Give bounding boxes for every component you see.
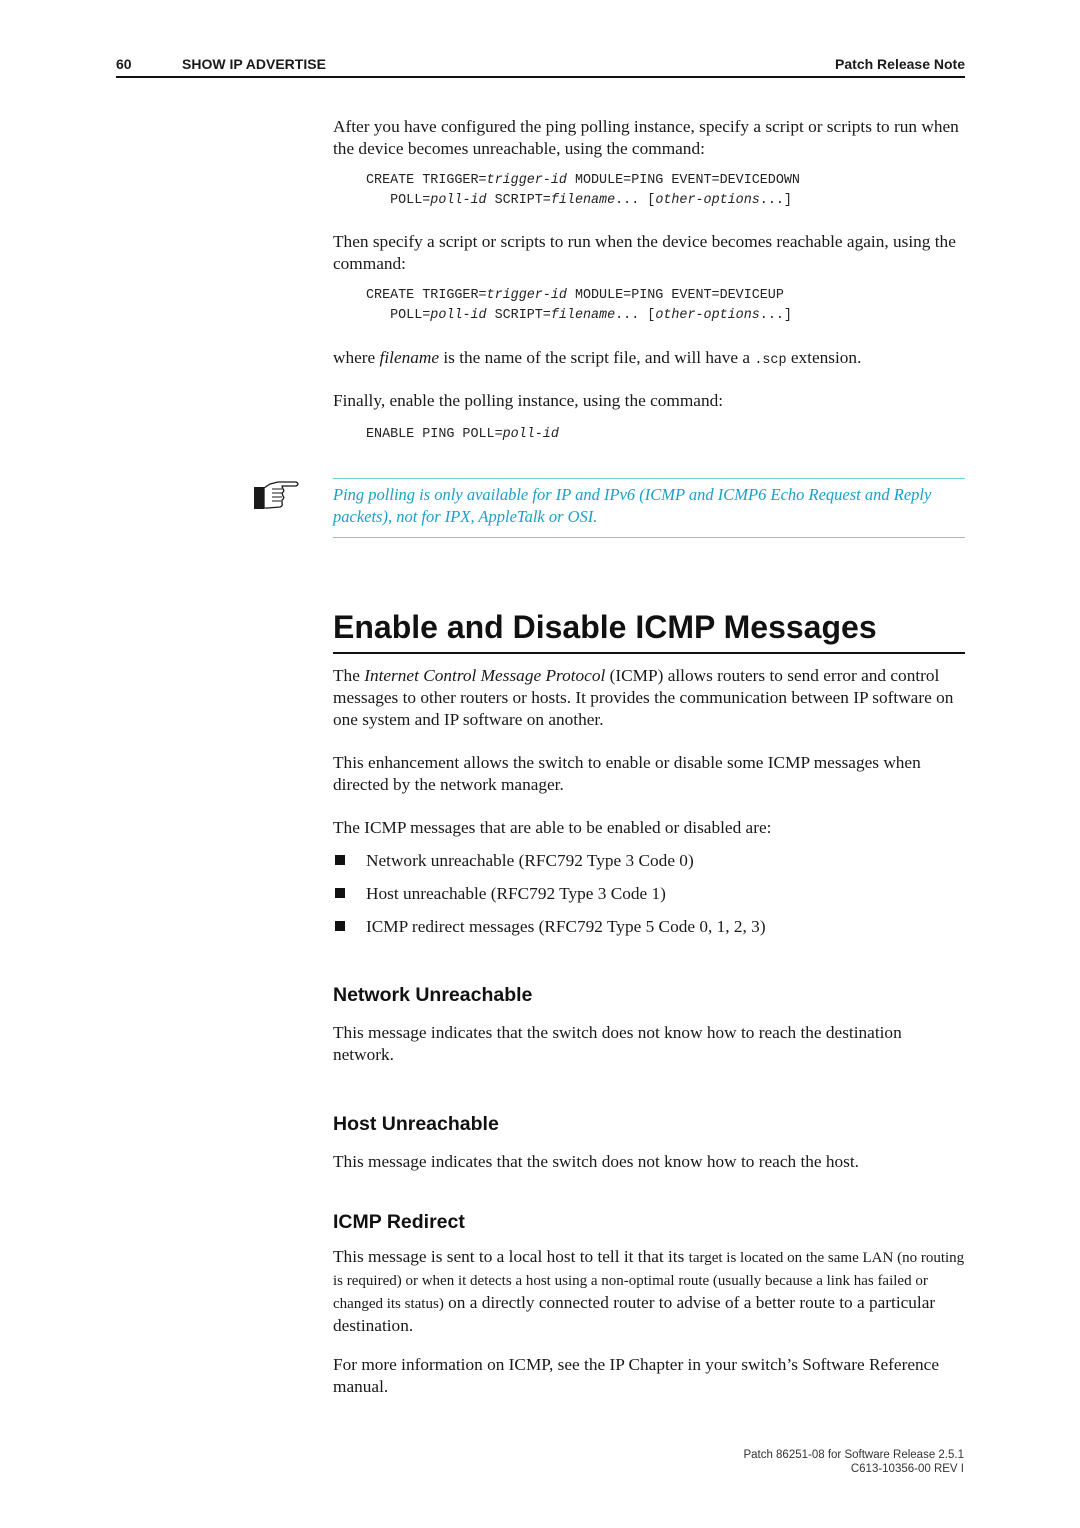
closing-paragraph: For more information on ICMP, see the IP… [333,1355,939,1396]
code-param: filename [550,308,616,323]
section-heading: Enable and Disable ICMP Messages [333,606,965,654]
text: This message is sent to a local host to … [333,1247,689,1266]
bullet-square-icon [335,888,345,898]
section-paragraph-2: This enhancement allows the switch to en… [333,753,921,794]
intro-paragraph-3: where filename is the name of the script… [333,347,965,372]
section-paragraph-1: The Internet Control Message Protocol (I… [333,665,965,731]
subheading-icmp-redirect: ICMP Redirect [333,1211,465,1233]
command-enable-ping: ENABLE PING POLL=poll-id [366,425,559,445]
network-unreachable-text: This message indicates that the switch d… [333,1023,902,1064]
note-box: Ping polling is only available for IP an… [333,478,965,538]
icmp-message-list: Network unreachable (RFC792 Type 3 Code … [333,850,965,949]
footer-doc-number: C613-10356-00 REV I [850,1463,964,1475]
inline-code-scp: .scp [754,353,787,368]
code-param: trigger-id [486,173,567,188]
bullet-square-icon [335,921,345,931]
code-param: trigger-id [486,288,567,303]
pointing-hand-icon [252,476,302,514]
intro-paragraph-4: Finally, enable the polling instance, us… [333,391,724,410]
list-item-text: Network unreachable (RFC792 Type 3 Code … [366,851,694,870]
code-text: ...] [759,193,792,208]
code-param: poll-id [430,193,487,208]
subheading-host-unreachable: Host Unreachable [333,1113,499,1135]
note-text: Ping polling is only available for IP an… [333,485,932,526]
icmp-redirect-text: This message is sent to a local host to … [333,1246,965,1337]
code-param: filename [550,193,616,208]
code-text: ... [ [615,308,656,323]
emphasis-filename: filename [379,348,440,367]
page-number: 60 [116,56,132,72]
running-header: 60 SHOW IP ADVERTISE Patch Release Note [116,56,965,78]
text: extension. [786,348,862,367]
list-item: Network unreachable (RFC792 Type 3 Code … [333,850,965,883]
code-param: other-options [655,308,760,323]
text: where [333,348,380,367]
code-text: ... [ [615,193,656,208]
code-text: ENABLE PING POLL= [366,427,503,442]
code-param: poll-id [430,308,487,323]
list-item: ICMP redirect messages (RFC792 Type 5 Co… [333,916,965,949]
list-item: Host unreachable (RFC792 Type 3 Code 1) [333,883,965,916]
text: is the name of the script file, and will… [439,348,755,367]
command-devicedown: CREATE TRIGGER=trigger-id MODULE=PING EV… [366,171,800,211]
document-title: Patch Release Note [835,56,965,72]
section-name: SHOW IP ADVERTISE [182,56,326,72]
footer-patch-line: Patch 86251-08 for Software Release 2.5.… [743,1449,964,1461]
code-param: poll-id [502,427,559,442]
list-item-text: ICMP redirect messages (RFC792 Type 5 Co… [366,917,766,936]
code-text: SCRIPT= [486,193,551,208]
subheading-network-unreachable: Network Unreachable [333,984,533,1006]
intro-paragraph-2: Then specify a script or scripts to run … [333,232,956,273]
code-param: other-options [655,193,760,208]
code-text: MODULE=PING EVENT=DEVICEDOWN [566,173,800,188]
bullet-square-icon [335,855,345,865]
list-item-text: Host unreachable (RFC792 Type 3 Code 1) [366,884,666,903]
emphasis-protocol-name: Internet Control Message Protocol [364,666,606,685]
code-text: POLL= [390,308,431,323]
intro-paragraph-1: After you have configured the ping polli… [333,117,959,158]
code-text: ...] [759,308,792,323]
section-paragraph-3: The ICMP messages that are able to be en… [333,818,772,837]
code-text: CREATE TRIGGER= [366,288,487,303]
code-text: CREATE TRIGGER= [366,173,487,188]
page-footer: Patch 86251-08 for Software Release 2.5.… [743,1448,964,1476]
code-text: POLL= [390,193,431,208]
code-text: SCRIPT= [486,308,551,323]
host-unreachable-text: This message indicates that the switch d… [333,1152,860,1171]
code-text: MODULE=PING EVENT=DEVICEUP [566,288,784,303]
command-deviceup: CREATE TRIGGER=trigger-id MODULE=PING EV… [366,286,792,326]
text: The [333,666,365,685]
